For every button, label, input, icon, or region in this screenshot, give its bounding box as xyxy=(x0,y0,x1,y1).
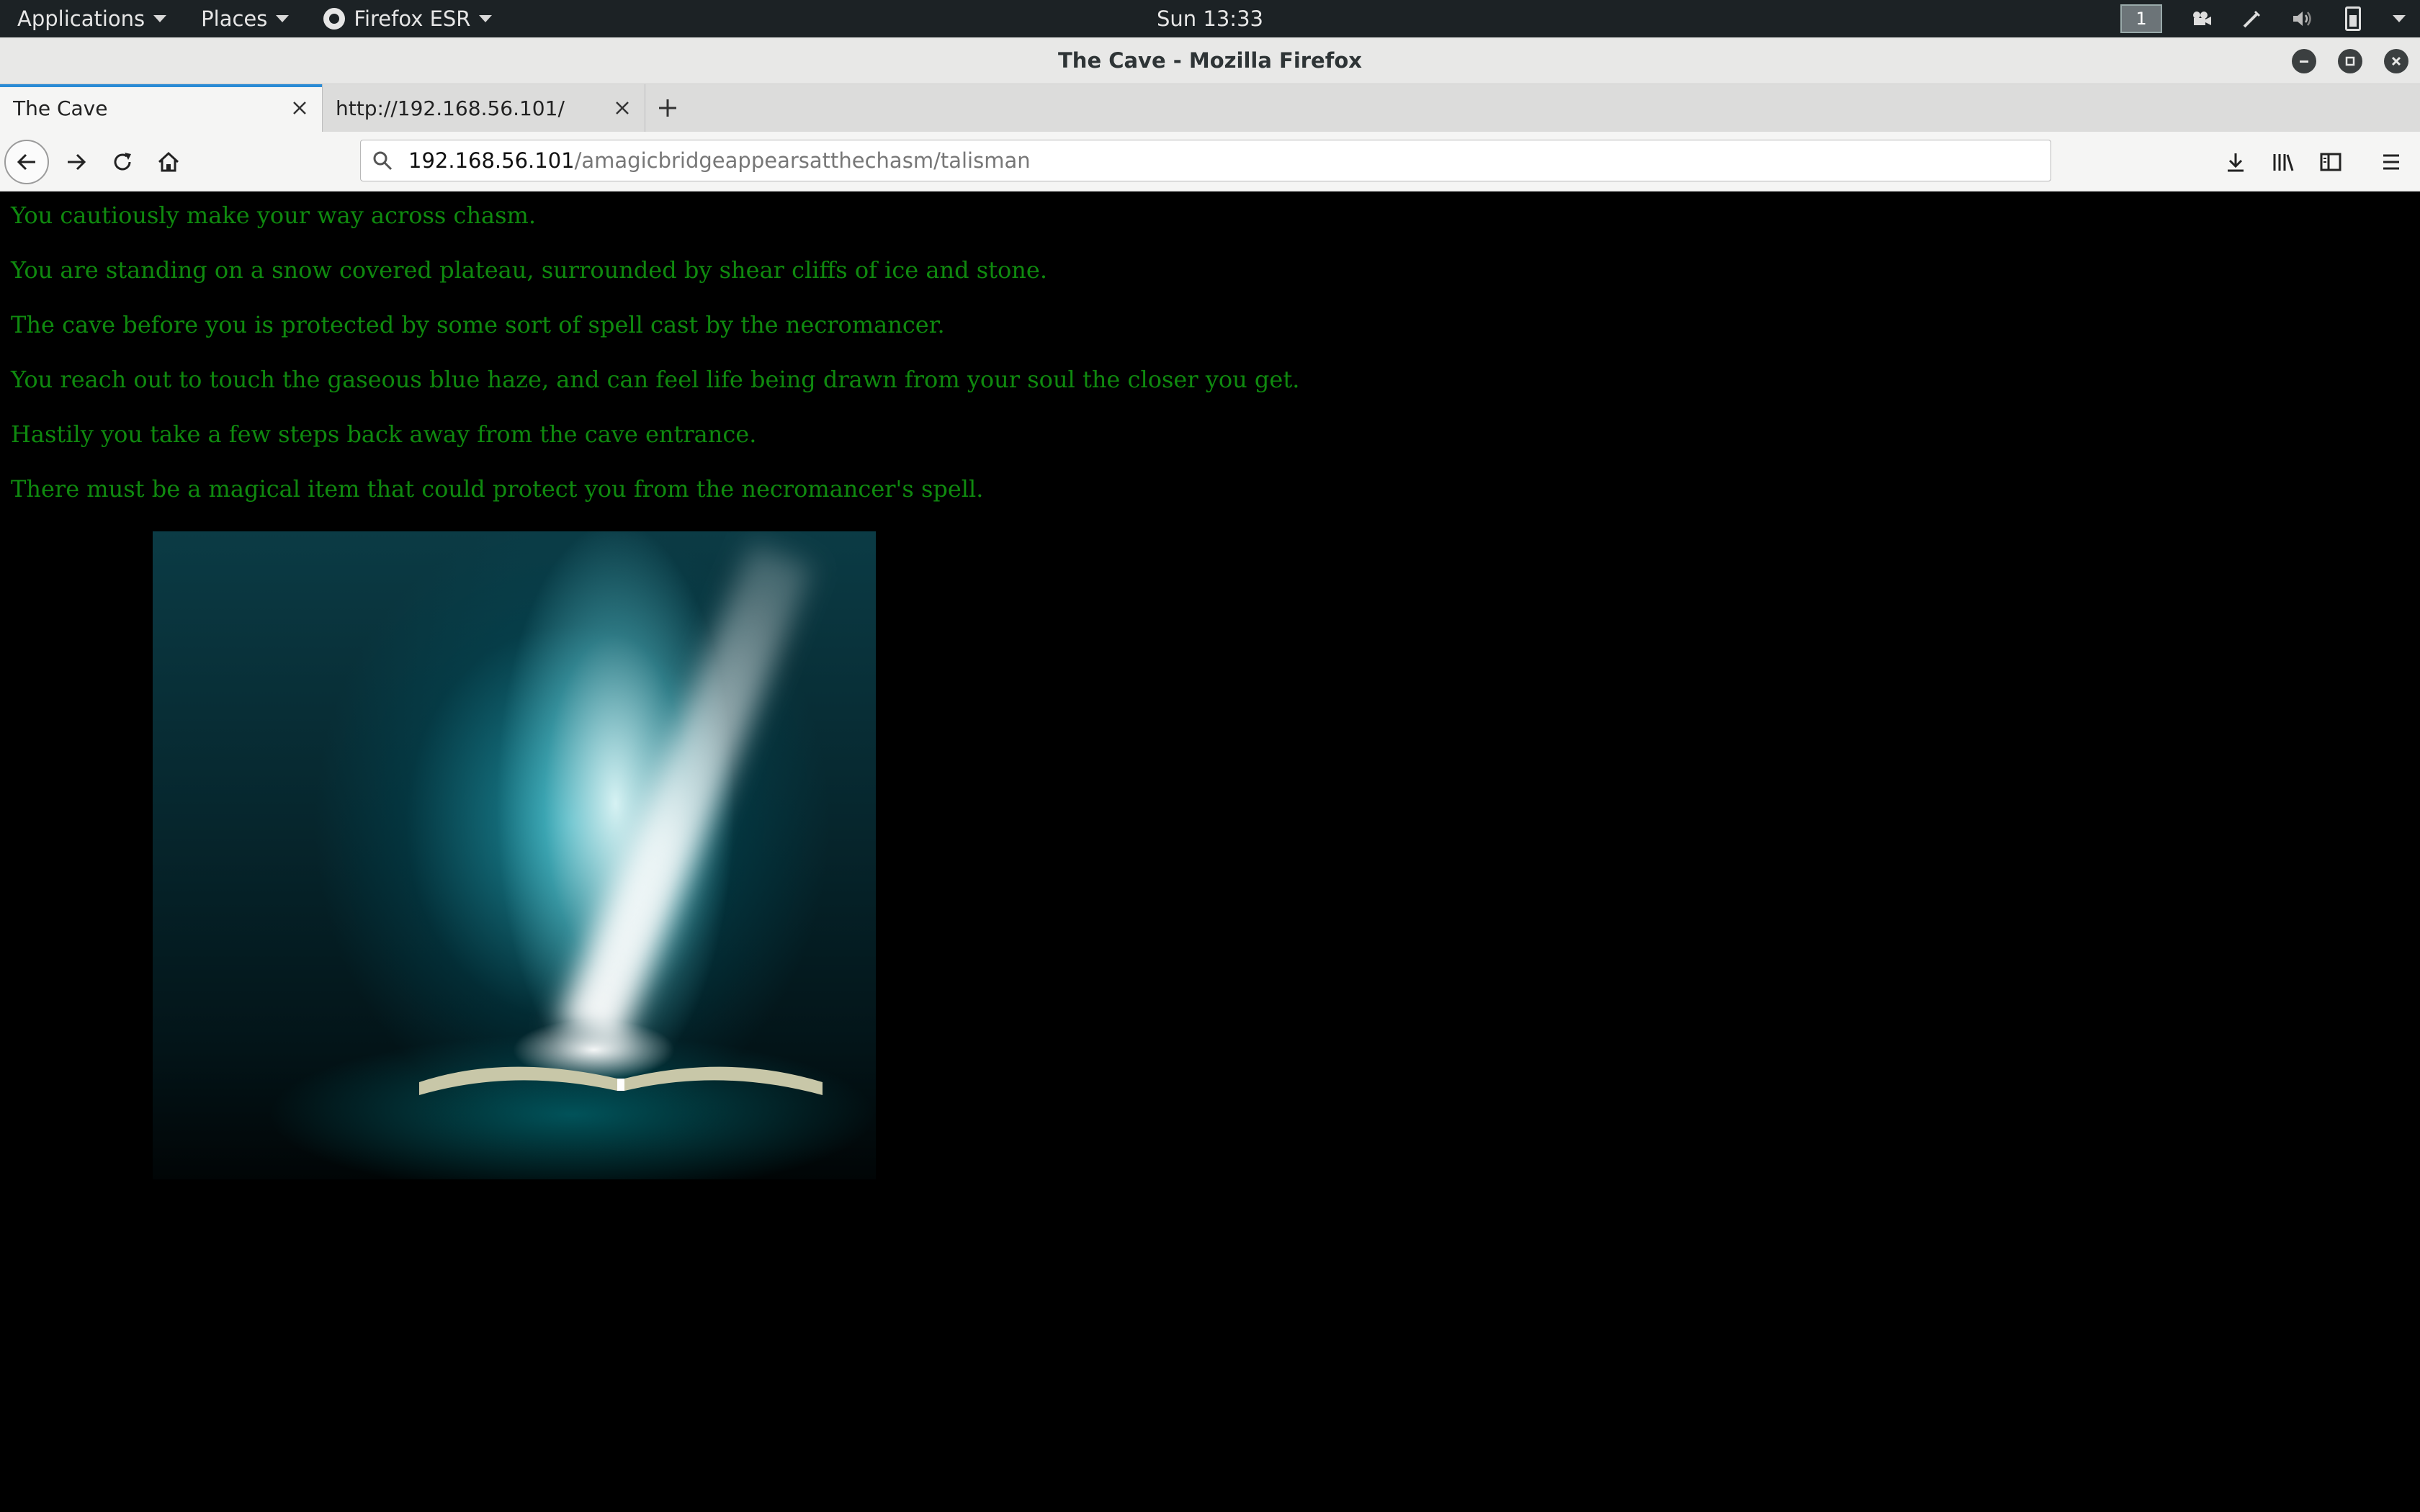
tab-ip-address[interactable]: http://192.168.56.101/ xyxy=(323,84,645,132)
library-button[interactable] xyxy=(2263,142,2303,182)
story-line: There must be a magical item that could … xyxy=(11,475,984,503)
tab-strip: The Cave http://192.168.56.101/ xyxy=(0,84,2420,132)
light-beam xyxy=(558,542,813,1048)
close-tab-icon[interactable] xyxy=(611,97,633,119)
close-tab-icon[interactable] xyxy=(289,97,310,119)
hamburger-menu-icon xyxy=(2383,154,2399,170)
firefox-label: Firefox ESR xyxy=(354,6,471,31)
home-icon xyxy=(158,151,179,172)
tab-the-cave[interactable]: The Cave xyxy=(0,84,323,132)
download-icon xyxy=(2228,153,2244,172)
arrow-left-icon xyxy=(17,153,35,171)
applications-menu[interactable]: Applications xyxy=(0,0,184,37)
forward-button[interactable] xyxy=(56,142,97,182)
minimize-button[interactable] xyxy=(2292,49,2316,73)
story-line: You reach out to touch the gaseous blue … xyxy=(11,366,1300,393)
top-panel: Applications Places Firefox ESR Sun 13:3… xyxy=(0,0,2420,37)
places-label: Places xyxy=(201,6,268,31)
battery-icon[interactable] xyxy=(2342,6,2364,31)
story-line: Hastily you take a few steps back away f… xyxy=(11,420,757,448)
search-icon xyxy=(361,150,404,171)
tab-title: The Cave xyxy=(13,96,108,120)
page-content: You cautiously make your way across chas… xyxy=(0,192,2420,1512)
window-titlebar: The Cave - Mozilla Firefox xyxy=(0,37,2420,84)
chevron-down-icon xyxy=(479,15,493,22)
arrow-right-icon xyxy=(68,153,86,171)
url-host: 192.168.56.101 xyxy=(408,148,575,173)
firefox-icon xyxy=(323,8,346,30)
new-tab-button[interactable] xyxy=(645,84,690,132)
close-window-button[interactable] xyxy=(2384,49,2408,73)
reload-button[interactable] xyxy=(102,142,143,182)
pen-tool-icon[interactable] xyxy=(2241,8,2263,30)
magic-book-image xyxy=(153,531,876,1179)
firefox-app-menu[interactable]: Firefox ESR xyxy=(306,0,509,37)
open-book-icon xyxy=(419,1066,823,1095)
applications-label: Applications xyxy=(17,6,145,31)
navigation-toolbar: 192.168.56.101/amagicbridgeappearsatthec… xyxy=(0,132,2420,192)
sidebar-icon xyxy=(2320,153,2341,171)
tab-title: http://192.168.56.101/ xyxy=(336,96,565,120)
window-title: The Cave - Mozilla Firefox xyxy=(1058,48,1362,73)
home-button[interactable] xyxy=(148,142,189,182)
volume-icon[interactable] xyxy=(2292,8,2313,30)
menu-button[interactable] xyxy=(2371,142,2411,182)
downloads-button[interactable] xyxy=(2215,142,2256,182)
workspace-indicator[interactable]: 1 xyxy=(2120,4,2162,33)
system-tray: 1 xyxy=(2120,0,2406,37)
url-bar[interactable]: 192.168.56.101/amagicbridgeappearsatthec… xyxy=(360,140,2051,181)
video-camera-icon[interactable] xyxy=(2191,8,2213,30)
reload-icon xyxy=(114,153,131,171)
clock[interactable]: Sun 13:33 xyxy=(1157,0,1263,37)
sidebar-button[interactable] xyxy=(2311,142,2351,182)
places-menu[interactable]: Places xyxy=(184,0,306,37)
url-path: /amagicbridgeappearsatthechasm/talisman xyxy=(574,148,1031,173)
library-icon xyxy=(2273,154,2294,171)
chevron-down-icon xyxy=(276,15,290,22)
story-line: You cautiously make your way across chas… xyxy=(11,202,537,229)
chevron-down-icon xyxy=(153,15,167,22)
back-button[interactable] xyxy=(4,140,49,184)
story-line: You are standing on a snow covered plate… xyxy=(11,256,1048,284)
story-line: The cave before you is protected by some… xyxy=(11,311,945,338)
maximize-button[interactable] xyxy=(2338,49,2362,73)
chevron-down-icon[interactable] xyxy=(2393,15,2406,22)
